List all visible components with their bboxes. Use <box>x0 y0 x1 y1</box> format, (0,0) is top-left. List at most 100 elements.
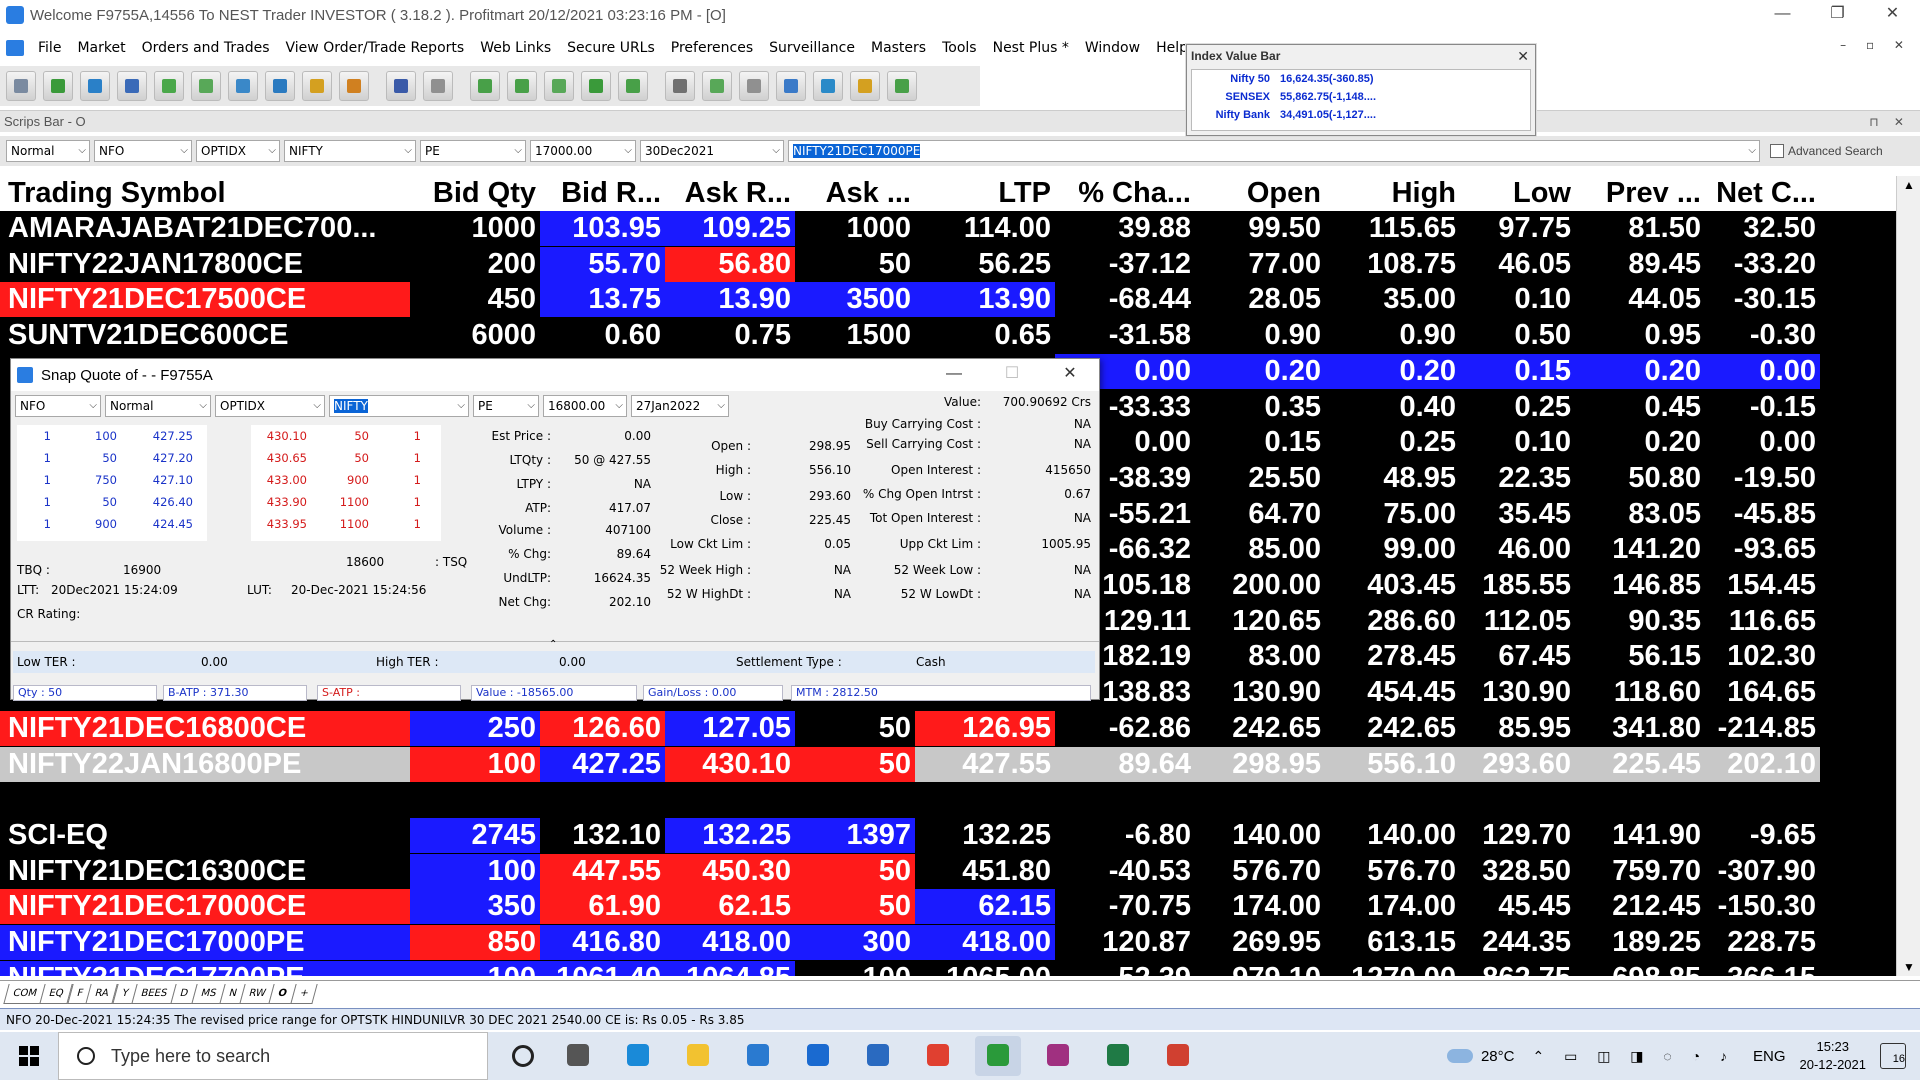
chart-icon[interactable] <box>302 71 332 101</box>
scrip-selector-4[interactable]: PE ⌵ <box>420 140 526 162</box>
collapse-icon[interactable]: ⌃ <box>549 639 557 650</box>
index-row[interactable]: Nifty 50 16,624.35(-360.85) <box>1192 70 1530 88</box>
basket2-icon[interactable] <box>507 71 537 101</box>
scroll-down-icon[interactable]: ▼ <box>1903 960 1915 974</box>
table-row[interactable]: AMARAJABAT21DEC700... 1000 103.95 109.25 100… <box>0 211 1896 246</box>
scroll-up-icon[interactable]: ▲ <box>1903 178 1915 192</box>
index-bar-close-button[interactable]: ✕ <box>1517 45 1529 67</box>
download-icon[interactable] <box>544 71 574 101</box>
menu-item-market[interactable]: Market <box>69 40 133 56</box>
edge-icon[interactable] <box>615 1036 661 1076</box>
print-icon[interactable] <box>423 71 453 101</box>
menu-item-orders-and-trades[interactable]: Orders and Trades <box>134 40 278 56</box>
minimize-button[interactable]: — <box>1755 0 1810 30</box>
table-row[interactable]: NIFTY21DEC17000PE 850 416.80 418.00 300 418.0… <box>0 925 1896 960</box>
taskbar-search[interactable]: Type here to search <box>58 1032 488 1080</box>
depth-row[interactable]: 1 100 427.25 <box>17 425 207 447</box>
symbol-input[interactable]: NIFTY21DEC17000PE ⌵ <box>788 140 1760 162</box>
column-header-5[interactable]: LTP <box>915 176 1055 211</box>
clock[interactable]: 15:23 20-12-2021 <box>1800 1038 1867 1074</box>
start-button[interactable] <box>0 1032 58 1080</box>
store-icon[interactable] <box>735 1036 781 1076</box>
scrips-bar-controls[interactable]: ⊓ ✕ <box>1869 111 1910 133</box>
notes-icon[interactable] <box>850 71 880 101</box>
menu-item-tools[interactable]: Tools <box>934 40 985 56</box>
upload-icon[interactable] <box>618 71 648 101</box>
scrip-selector-2[interactable]: OPTIDX ⌵ <box>196 140 280 162</box>
advanced-search-checkbox[interactable] <box>1770 144 1784 158</box>
camera-icon[interactable] <box>739 71 769 101</box>
tree-icon[interactable] <box>887 71 917 101</box>
snap-selector-5[interactable]: 16800.00 ⌵ <box>543 395 627 417</box>
menu-item-secure-urls[interactable]: Secure URLs <box>559 40 663 56</box>
menu-item-web-links[interactable]: Web Links <box>472 40 559 56</box>
task-view-icon[interactable] <box>555 1036 601 1076</box>
depth-row[interactable]: 1 50 426.40 <box>17 491 207 513</box>
table-row[interactable]: NIFTY21DEC17000CE 350 61.90 62.15 50 62.15 -70… <box>0 889 1896 925</box>
snap-selector-1[interactable]: Normal ⌵ <box>105 395 211 417</box>
table-row[interactable]: NIFTY22JAN17800CE 200 55.70 56.80 50 56.25 -37… <box>0 246 1896 282</box>
column-header-10[interactable]: Prev ... <box>1575 176 1705 211</box>
advanced-search[interactable]: Advanced Search <box>1770 144 1883 158</box>
buy-icon[interactable] <box>154 71 184 101</box>
menu-item-masters[interactable]: Masters <box>863 40 934 56</box>
restore-button[interactable]: ❐ <box>1810 0 1865 30</box>
tray-icons[interactable]: ⌃ ▭ ◫ ◨ ◌ ◔ ♪ <box>1532 1048 1735 1065</box>
column-header-2[interactable]: Bid R... <box>540 176 665 211</box>
depth-row[interactable]: 1 900 424.45 <box>17 513 207 535</box>
column-header-0[interactable]: Trading Symbol <box>0 176 410 211</box>
column-header-4[interactable]: Ask ... <box>795 176 915 211</box>
users-icon[interactable] <box>581 71 611 101</box>
search-icon[interactable] <box>117 71 147 101</box>
depth-row[interactable]: 1 750 427.10 <box>17 469 207 491</box>
chrome-icon[interactable] <box>915 1036 961 1076</box>
order-icon[interactable] <box>228 71 258 101</box>
nest-app-icon[interactable] <box>975 1036 1021 1076</box>
menu-item-view-order-trade-reports[interactable]: View Order/Trade Reports <box>278 40 473 56</box>
column-header-1[interactable]: Bid Qty <box>410 176 540 211</box>
excel-icon[interactable] <box>1095 1036 1141 1076</box>
new-icon[interactable] <box>6 71 36 101</box>
menu-item-file[interactable]: File <box>30 40 69 56</box>
scrip-selector-6[interactable]: 30Dec2021 ⌵ <box>640 140 784 162</box>
menu-item-nest-plus[interactable]: Nest Plus * <box>985 40 1077 56</box>
snap-maximize-button[interactable]: ☐ <box>983 359 1041 389</box>
depth-row[interactable]: 1 50 427.20 <box>17 447 207 469</box>
chrome-alt-icon[interactable] <box>1155 1036 1201 1076</box>
column-header-3[interactable]: Ask R... <box>665 176 795 211</box>
language-indicator[interactable]: ENG <box>1753 1048 1786 1065</box>
winrar-icon[interactable] <box>1035 1036 1081 1076</box>
close-button[interactable]: ✕ <box>1865 0 1920 30</box>
tab-bees[interactable]: BEES <box>131 984 177 1004</box>
column-header-6[interactable]: % Cha... <box>1055 176 1195 211</box>
basket-icon[interactable] <box>470 71 500 101</box>
index-row[interactable]: SENSEX 55,862.75(-1,148.... <box>1192 88 1530 106</box>
table-row[interactable]: SCI-EQ 2745 132.10 132.25 1397 132.25 -6.80 140… <box>0 817 1896 853</box>
menu-app-icon[interactable] <box>6 40 24 56</box>
grid-scrollbar[interactable]: ▲ ▼ <box>1896 176 1920 976</box>
snap-selector-4[interactable]: PE ⌵ <box>473 395 539 417</box>
menu-item-window[interactable]: Window <box>1077 40 1148 56</box>
mdi-controls[interactable]: – ▫ ✕ <box>1840 38 1912 52</box>
snap-close-button[interactable]: ✕ <box>1041 359 1099 389</box>
column-header-7[interactable]: Open <box>1195 176 1325 211</box>
snap-selector-3[interactable]: NIFTY ⌵ <box>329 395 469 417</box>
weather-temp[interactable]: 28°C <box>1481 1048 1515 1065</box>
cortana-icon[interactable] <box>512 1045 534 1067</box>
refresh-icon[interactable] <box>80 71 110 101</box>
notification-icon[interactable]: 16 <box>1880 1043 1906 1069</box>
snap-minimize-button[interactable]: — <box>925 359 983 389</box>
monitor-icon[interactable] <box>386 71 416 101</box>
column-header-8[interactable]: High <box>1325 176 1460 211</box>
table-row[interactable]: NIFTY21DEC17700PE1001061.401064.85100106… <box>0 960 1896 976</box>
weather-icon[interactable] <box>1446 1049 1473 1063</box>
snap-selector-6[interactable]: 27Jan2022 ⌵ <box>631 395 729 417</box>
person-icon[interactable] <box>776 71 806 101</box>
menu-item-preferences[interactable]: Preferences <box>663 40 761 56</box>
column-header-11[interactable]: Net C... <box>1705 176 1820 211</box>
column-header-9[interactable]: Low <box>1460 176 1575 211</box>
scrip-selector-3[interactable]: NIFTY ⌵ <box>284 140 416 162</box>
tab-add[interactable]: + <box>290 984 319 1004</box>
explorer-icon[interactable] <box>675 1036 721 1076</box>
mail-icon[interactable] <box>795 1036 841 1076</box>
